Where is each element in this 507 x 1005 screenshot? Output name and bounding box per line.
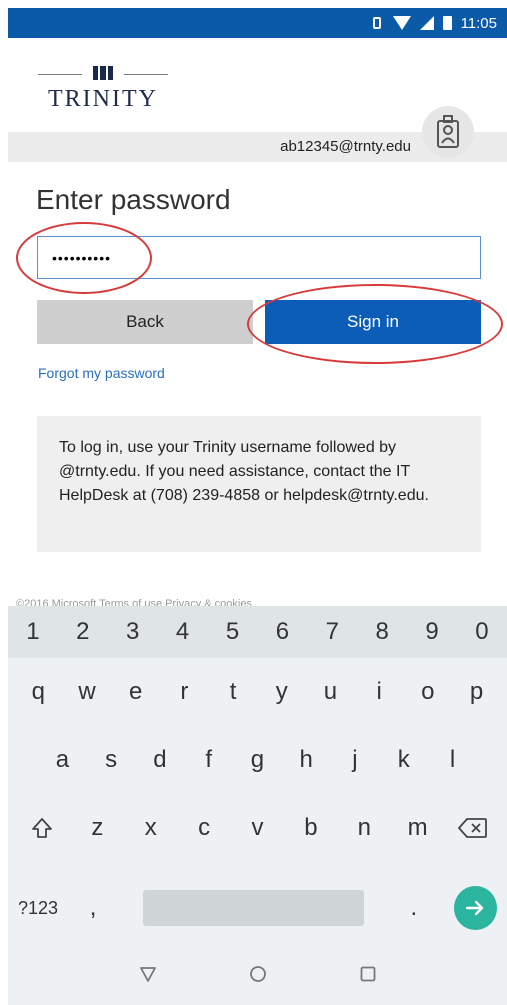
status-time: 11:05 [460, 14, 497, 32]
key-comma[interactable]: , [73, 894, 113, 922]
key-a[interactable]: a [42, 746, 82, 774]
arrow-right-icon [466, 900, 484, 916]
logo-rule-right [124, 74, 168, 75]
badge-person-icon [437, 115, 459, 148]
key-8[interactable]: 8 [362, 618, 402, 646]
key-6[interactable]: 6 [262, 618, 302, 646]
soft-keyboard: 1 2 3 4 5 6 7 8 9 0 q w e r t y u i o p … [8, 606, 507, 949]
recents-square-icon[interactable] [353, 964, 383, 990]
key-x[interactable]: x [131, 814, 171, 842]
logo-mark-icon [93, 66, 113, 80]
wifi-icon [392, 16, 411, 30]
key-4[interactable]: 4 [163, 618, 203, 646]
account-email: ab12345@trnty.edu [280, 138, 411, 155]
key-j[interactable]: j [335, 746, 375, 774]
info-box: To log in, use your Trinity username fol… [37, 416, 481, 552]
key-c[interactable]: c [184, 814, 224, 842]
key-z[interactable]: z [77, 814, 117, 842]
key-l[interactable]: l [433, 746, 473, 774]
annotation-ellipse-signin [247, 284, 503, 364]
battery-icon [442, 16, 452, 30]
key-e[interactable]: e [116, 678, 156, 706]
key-w[interactable]: w [67, 678, 107, 706]
logo-rule-left [38, 74, 82, 75]
logo-text: TRINITY [48, 86, 158, 112]
keyboard-row-qwerty: q w e r t y u i o p [8, 678, 507, 706]
key-i[interactable]: i [359, 678, 399, 706]
enter-key[interactable] [453, 886, 497, 930]
page-title: Enter password [36, 184, 231, 215]
key-1[interactable]: 1 [13, 618, 53, 646]
key-g[interactable]: g [237, 746, 277, 774]
forgot-password-link[interactable]: Forgot my password [38, 365, 165, 381]
key-h[interactable]: h [286, 746, 326, 774]
key-n[interactable]: n [344, 814, 384, 842]
home-circle-icon[interactable] [243, 964, 273, 990]
keyboard-row-zxcv: z x c v b n m [8, 814, 507, 842]
keyboard-number-row: 1 2 3 4 5 6 7 8 9 0 [8, 606, 507, 658]
avatar [422, 106, 474, 158]
key-f[interactable]: f [189, 746, 229, 774]
system-nav-bar [8, 949, 507, 1005]
key-v[interactable]: v [238, 814, 278, 842]
key-u[interactable]: u [310, 678, 350, 706]
symbols-key[interactable]: ?123 [18, 898, 73, 919]
key-s[interactable]: s [91, 746, 131, 774]
space-key[interactable] [142, 890, 365, 926]
keyboard-row-asdf: a s d f g h j k l [8, 746, 507, 774]
shift-icon[interactable] [20, 816, 64, 840]
key-k[interactable]: k [384, 746, 424, 774]
key-r[interactable]: r [164, 678, 204, 706]
back-triangle-icon[interactable] [133, 964, 163, 990]
key-b[interactable]: b [291, 814, 331, 842]
backspace-icon[interactable] [451, 817, 495, 839]
key-0[interactable]: 0 [462, 618, 502, 646]
signal-icon [419, 16, 434, 30]
key-m[interactable]: m [398, 814, 438, 842]
back-button[interactable]: Back [37, 300, 253, 344]
status-bar: 11:05 [8, 8, 507, 38]
vibrate-icon [370, 16, 384, 30]
trinity-logo: TRINITY [38, 62, 168, 112]
key-p[interactable]: p [457, 678, 497, 706]
key-9[interactable]: 9 [412, 618, 452, 646]
key-2[interactable]: 2 [63, 618, 103, 646]
annotation-ellipse-password [16, 222, 152, 294]
info-text: To log in, use your Trinity username fol… [59, 439, 429, 504]
key-t[interactable]: t [213, 678, 253, 706]
key-y[interactable]: y [262, 678, 302, 706]
key-3[interactable]: 3 [113, 618, 153, 646]
key-period[interactable]: . [394, 894, 434, 922]
key-q[interactable]: q [18, 678, 58, 706]
keyboard-row-bottom: ?123 , . [8, 880, 507, 936]
key-o[interactable]: o [408, 678, 448, 706]
key-d[interactable]: d [140, 746, 180, 774]
key-7[interactable]: 7 [312, 618, 352, 646]
key-5[interactable]: 5 [213, 618, 253, 646]
